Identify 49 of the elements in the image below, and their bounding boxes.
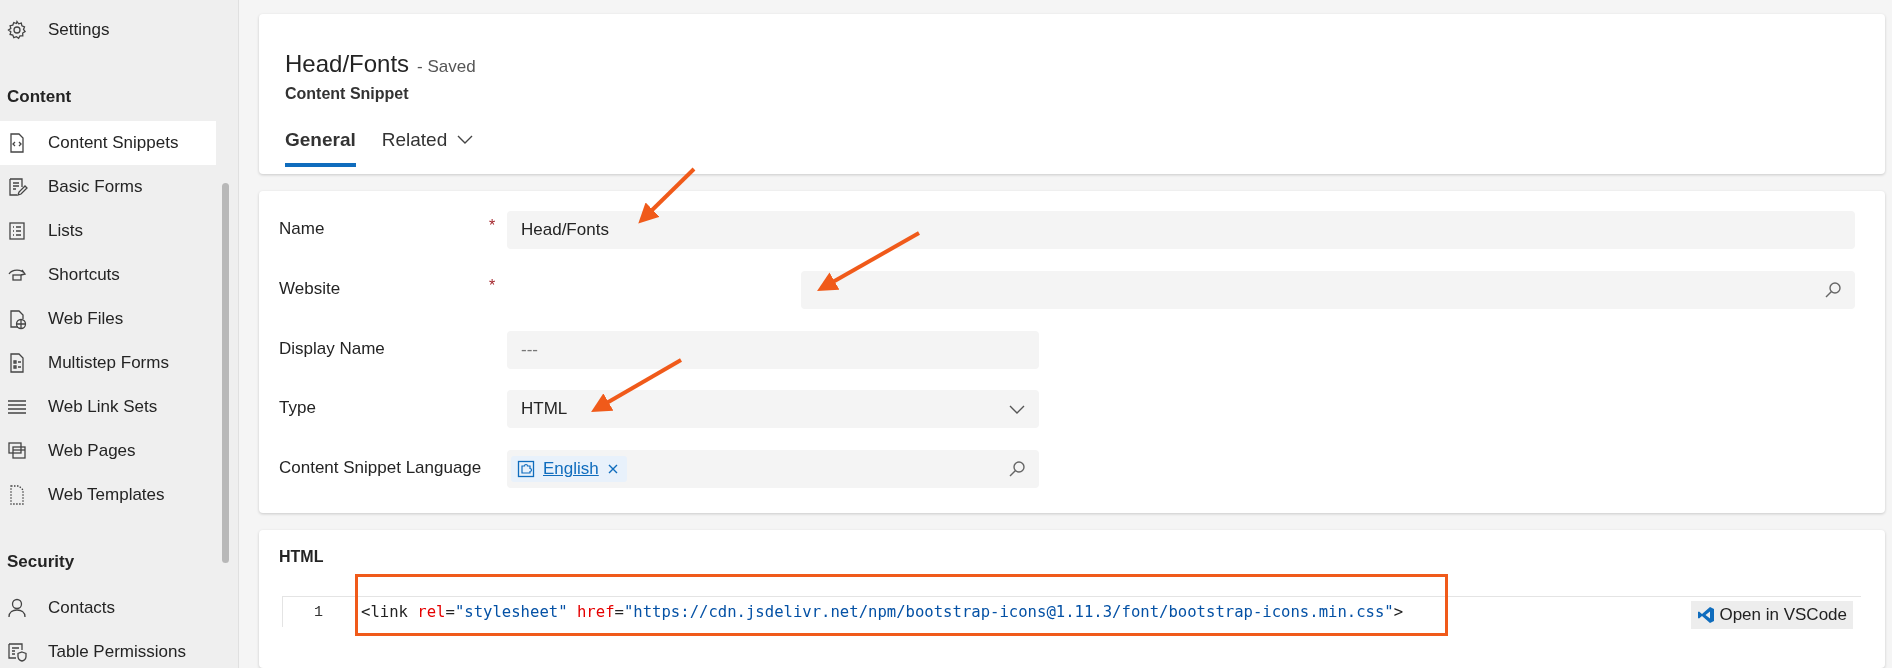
lookup-field[interactable] [801,270,1855,309]
nav-item[interactable]: Multistep Forms [0,341,216,385]
code-editor-icon [1697,606,1716,624]
search-icon[interactable] [1823,279,1843,300]
pages-icon [6,440,28,462]
nav-item[interactable]: Basic Forms [0,165,216,209]
record-title: Head/Fonts [285,50,410,78]
code-editor[interactable]: 1 <link rel="stylesheet" href="https://cdn.jsdelivr.net/npm/bootstrap-icons@1.11.3/font/bootstrap-icons.min.css"> Open in VSCode [282,596,1861,627]
tab[interactable]: Related [381,129,474,167]
tab[interactable]: General [285,129,356,167]
nav-item[interactable]: Content Snippets [0,121,216,165]
annotation-arrow [638,167,696,224]
nav-item[interactable]: Web Pages [0,429,216,473]
puzzle-icon [517,460,535,479]
section-title: HTML [279,548,325,566]
open-vscode-button[interactable]: Open in VSCode [1691,601,1853,629]
nav-item[interactable]: Shortcuts [0,253,216,297]
form-edit-icon [6,176,28,198]
line-number: 1 [313,603,323,621]
nav-item[interactable]: Settings [0,8,216,52]
section-header: Content [6,86,72,108]
lookup-field[interactable]: English [507,450,1039,489]
shield-list-icon [6,641,28,663]
language-link[interactable]: English [543,459,599,480]
scrollbar[interactable] [222,183,229,563]
save-status: - Saved [417,57,476,77]
entity-name: Content Snippet [285,85,410,103]
field-label: Display Name [279,337,386,359]
nav-item[interactable]: Table Permissions [0,630,216,668]
nav-item[interactable]: Lists [0,209,216,253]
section-header: Security [6,551,75,573]
field-label: Content Snippet Language [279,457,483,479]
field-label: Website [279,277,342,299]
required-marker: * [489,275,497,295]
nav-item[interactable]: Web Link Sets [0,385,216,429]
dropdown-field[interactable]: HTML [507,390,1039,429]
field-label: Name [279,218,326,239]
text-field[interactable]: Head/Fonts [507,211,1855,249]
required-marker: * [489,216,497,235]
language-tag[interactable]: English [511,456,627,483]
gear-icon [6,19,28,41]
nav-item[interactable]: Contacts [0,586,216,630]
text-field[interactable]: --- [507,330,1039,369]
list-icon [6,220,28,242]
field-label: Type [279,397,317,419]
nav-item[interactable]: Web Files [0,297,216,341]
person-icon [6,597,28,619]
nav-item[interactable]: Web Templates [0,473,216,517]
code-line: <link rel="stylesheet" href="https://cdn.jsdelivr.net/npm/bootstrap-icons@1.11.3/font/bootstrap-icons.min.css"> [361,603,1404,621]
